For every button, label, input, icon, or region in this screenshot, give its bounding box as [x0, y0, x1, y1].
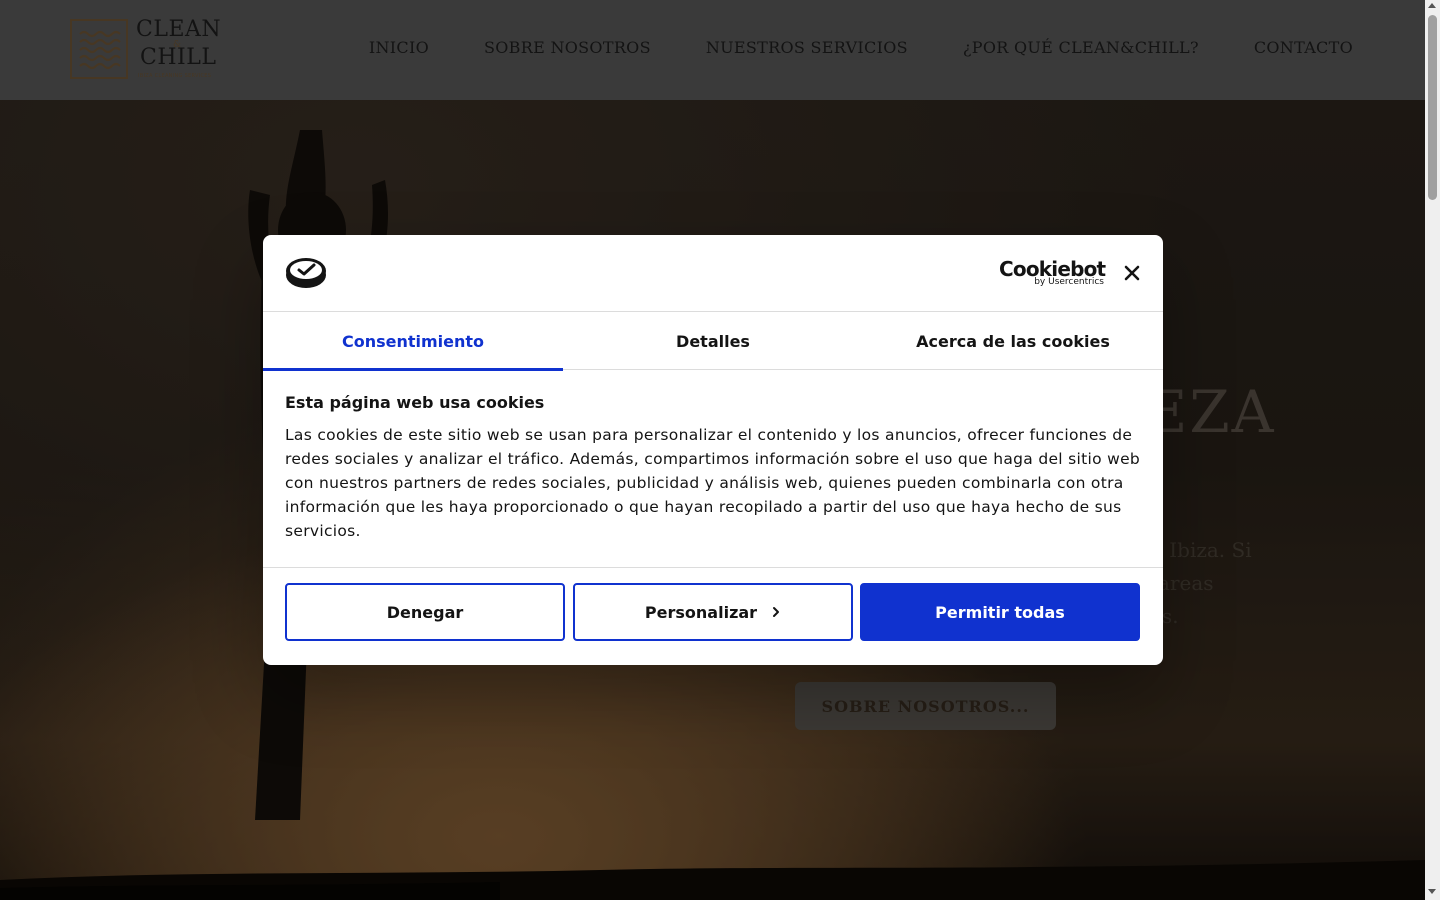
clean-and-chill-logo[interactable]: CLEAN & CHILL IBIZA CLEANING SERVICES [70, 17, 225, 83]
cookie-dialog-description: Las cookies de este sitio web se usan pa… [285, 426, 1141, 540]
hero-title: EZA [1145, 378, 1276, 446]
nav-item-sobre-nosotros[interactable]: SOBRE NOSOTROS [484, 38, 651, 57]
logo-text-chill: CHILL [140, 45, 217, 70]
tab-detalles[interactable]: Detalles [563, 312, 863, 370]
cookie-dialog-heading: Esta página web usa cookies [285, 393, 545, 412]
cookiebot-brand-sub: by Usercentrics [1034, 277, 1104, 287]
scroll-down-arrow-icon[interactable] [1428, 889, 1436, 894]
sobre-nosotros-button[interactable]: SOBRE NOSOTROS... [795, 682, 1056, 730]
scrollbar-thumb[interactable] [1428, 15, 1437, 200]
tab-acerca-de-las-cookies[interactable]: Acerca de las cookies [863, 312, 1163, 370]
hero-intro-text: n Ibiza. Si tareas as. [1150, 534, 1425, 633]
nav-item-nuestros-servicios[interactable]: NUESTROS SERVICIOS [706, 38, 908, 57]
nav-item-contacto[interactable]: CONTACTO [1254, 38, 1353, 57]
logo-waves-icon [70, 19, 128, 79]
site-cookie-logo-icon [286, 258, 326, 288]
main-nav: INICIO SOBRE NOSOTROS NUESTROS SERVICIOS… [369, 38, 1353, 57]
customize-button[interactable]: Personalizar [573, 583, 853, 641]
tab-consentimiento[interactable]: Consentimiento [263, 312, 563, 371]
cookie-consent-dialog: Cookiebot by Usercentrics Consentimiento… [263, 235, 1163, 665]
cookiebot-brand[interactable]: Cookiebot by Usercentrics [999, 257, 1106, 289]
customize-button-label: Personalizar [644, 602, 758, 622]
scroll-up-arrow-icon[interactable] [1428, 3, 1436, 8]
deny-button-label: Denegar [386, 602, 464, 622]
nav-item-inicio[interactable]: INICIO [369, 38, 429, 57]
hero-text-line: n Ibiza. Si [1150, 538, 1252, 562]
nav-item-por-que[interactable]: ¿POR QUÉ CLEAN&CHILL? [963, 38, 1199, 57]
allow-all-button-label: Permitir todas [935, 602, 1065, 622]
hero-text-line: as. [1150, 604, 1179, 628]
page-scrollbar[interactable] [1425, 0, 1440, 900]
site-header: CLEAN & CHILL IBIZA CLEANING SERVICES IN… [0, 0, 1425, 100]
allow-all-button[interactable]: Permitir todas [860, 583, 1140, 641]
deny-button[interactable]: Denegar [285, 583, 565, 641]
logo-tagline: IBIZA CLEANING SERVICES [138, 73, 212, 79]
cookie-dialog-tabs: Consentimiento Detalles Acerca de las co… [263, 312, 1163, 371]
chevron-right-icon [773, 607, 780, 617]
cookie-dialog-actions: Denegar Personalizar Permitir todas [263, 567, 1163, 665]
logo-text-clean: CLEAN [136, 17, 222, 42]
cookie-dialog-header: Cookiebot by Usercentrics [263, 235, 1163, 312]
cookie-dialog-body: Esta página web usa cookies Las cookies … [285, 393, 1145, 543]
close-icon[interactable] [1121, 262, 1143, 284]
hero-text-line: tareas [1150, 571, 1214, 595]
